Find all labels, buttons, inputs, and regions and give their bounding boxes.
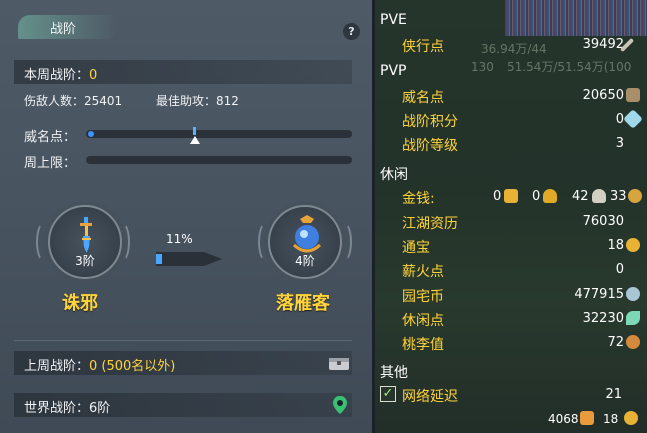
coin-icon xyxy=(626,238,640,252)
dagger-icon xyxy=(80,217,92,253)
stat-row-pvp-2: 战阶等级 3 xyxy=(375,132,647,156)
coin-icon xyxy=(628,189,642,203)
flag-icon xyxy=(580,411,594,425)
stat-label: 威名点 xyxy=(402,90,444,106)
map-pin-icon[interactable] xyxy=(332,395,348,415)
enemies-value: 25401 xyxy=(84,94,123,108)
stat-label: 网络延迟 xyxy=(402,389,458,405)
crystal-icon xyxy=(623,109,643,129)
weekly-cap-label: 周上限： xyxy=(24,156,77,171)
pve-header: PVE xyxy=(380,12,407,28)
footer-right-value: 18 xyxy=(603,412,619,426)
weekly-cap-bar xyxy=(86,156,352,164)
stat-label: 战阶积分 xyxy=(402,114,458,130)
last-week-rank-label: 上周战阶：0 (500名以外) xyxy=(24,359,176,374)
panel-header: 战阶 xyxy=(0,12,372,42)
stat-row-pvp-0: 威名点 20650 xyxy=(375,84,647,108)
world-rank-label: 世界战阶：6阶 xyxy=(24,401,111,416)
stat-row-pvp-1: 战阶积分 0 xyxy=(375,108,647,132)
prestige-threshold-marker xyxy=(190,136,200,144)
stat-value: 0 xyxy=(615,262,624,277)
money-row: 金钱: 0 0 42 33 xyxy=(375,185,647,209)
stat-value: 76030 xyxy=(582,214,624,229)
ghost-text-mp: 51.54万/51.54万(100 xyxy=(507,60,632,74)
prestige-icon xyxy=(626,88,640,102)
stat-row-leisure-4: 休闲点 32230 xyxy=(375,307,647,331)
stat-value: 21 xyxy=(605,387,622,402)
enemies-stat: 伤敌人数：25401 xyxy=(24,94,123,108)
stat-label: 薪火点 xyxy=(402,264,444,280)
stat-label: 园宅币 xyxy=(402,289,444,305)
house-coin-icon xyxy=(626,287,640,301)
money-silver-value: 0 xyxy=(532,189,541,204)
stat-row-leisure-3: 园宅币 477915 xyxy=(375,283,647,307)
next-tier-medal[interactable]: 4阶 xyxy=(268,205,342,279)
last-week-rank-row: 上周战阶：0 (500名以外) xyxy=(14,351,352,375)
stat-row-other-0: 网络延迟 21 xyxy=(375,383,647,407)
copper-ingot-icon xyxy=(592,189,606,203)
weekly-rank-value: 0 xyxy=(89,68,98,83)
gourd-icon xyxy=(626,335,640,349)
tier-progress-percent: 11% xyxy=(166,232,193,246)
stat-label: 侠行点 xyxy=(402,39,444,55)
silver-ingot-icon xyxy=(543,189,557,203)
stat-value: 3 xyxy=(615,136,624,151)
stat-label: 通宝 xyxy=(402,240,430,256)
panel-title: 战阶 xyxy=(50,22,77,37)
stat-row-leisure-2: 薪火点 0 xyxy=(375,258,647,282)
world-rank-row: 世界战阶：6阶 xyxy=(14,393,352,417)
tier-progress-fill xyxy=(156,254,162,264)
stats-panel: 36.94万/44 130 51.54万/51.54万(100 PVE 侠行点 … xyxy=(375,0,647,433)
prestige-label: 威名点： xyxy=(24,130,77,145)
best-assist-stat: 最佳助攻：812 xyxy=(156,94,239,108)
next-tier-rank: 4阶 xyxy=(295,254,315,268)
leisure-header: 休闲 xyxy=(380,167,408,183)
money-gold-value: 0 xyxy=(493,189,502,204)
money-copper-value: 42 xyxy=(572,189,589,204)
stat-value: 32230 xyxy=(582,311,624,326)
stat-value: 72 xyxy=(607,335,624,350)
last-week-rank-value: 0 (500名以外) xyxy=(89,359,176,374)
stat-label: 战阶等级 xyxy=(402,138,458,154)
gold-ingot-icon xyxy=(504,189,518,203)
tier-progress-arrow xyxy=(204,252,222,266)
leaf-icon xyxy=(626,311,640,325)
orb-icon xyxy=(292,215,322,253)
stat-value: 477915 xyxy=(574,287,624,302)
stat-row-leisure-5: 桃李值 72 xyxy=(375,331,647,355)
stat-row-leisure-1: 通宝 18 xyxy=(375,234,647,258)
stat-label: 桃李值 xyxy=(402,337,444,353)
weekly-rank-label: 本周战阶：0 xyxy=(24,68,98,83)
ghost-text-level: 130 xyxy=(471,60,494,74)
weekly-rank-row: 本周战阶：0 xyxy=(14,60,352,84)
pvp-header: PVP xyxy=(380,63,407,79)
stat-row-leisure-0: 江湖资历 76030 xyxy=(375,210,647,234)
help-button[interactable]: ? xyxy=(343,23,360,40)
next-tier-name: 落雁客 xyxy=(276,293,330,314)
coin-icon xyxy=(624,411,638,425)
prestige-bar-fill xyxy=(88,131,94,137)
divider xyxy=(14,340,352,341)
money-label: 金钱: xyxy=(402,191,435,207)
current-tier-name: 诛邪 xyxy=(62,293,98,314)
stat-row-pve-0: 侠行点 39492 xyxy=(375,33,647,57)
tier-progress-bar xyxy=(156,252,204,266)
stat-value: 39492 xyxy=(582,37,624,52)
stat-value: 18 xyxy=(607,238,624,253)
stat-value: 0 xyxy=(615,112,624,127)
chest-icon[interactable] xyxy=(328,355,350,371)
prestige-threshold-tick xyxy=(193,127,196,135)
stat-value: 20650 xyxy=(582,88,624,103)
other-header: 其他 xyxy=(380,365,408,381)
battle-rank-panel: 战阶 ? 本周战阶：0 伤敌人数：25401 最佳助攻：812 威名点： 周上限… xyxy=(0,0,372,433)
money-coin-value: 33 xyxy=(610,189,627,204)
footer-left-value: 4068 xyxy=(548,412,579,426)
current-tier-medal[interactable]: 3阶 xyxy=(48,205,122,279)
current-tier-rank: 3阶 xyxy=(75,254,95,268)
prestige-bar xyxy=(86,130,352,138)
stat-label: 休闲点 xyxy=(402,313,444,329)
best-assist-value: 812 xyxy=(216,94,239,108)
stat-label: 江湖资历 xyxy=(402,216,458,232)
world-rank-value: 6阶 xyxy=(89,401,111,416)
